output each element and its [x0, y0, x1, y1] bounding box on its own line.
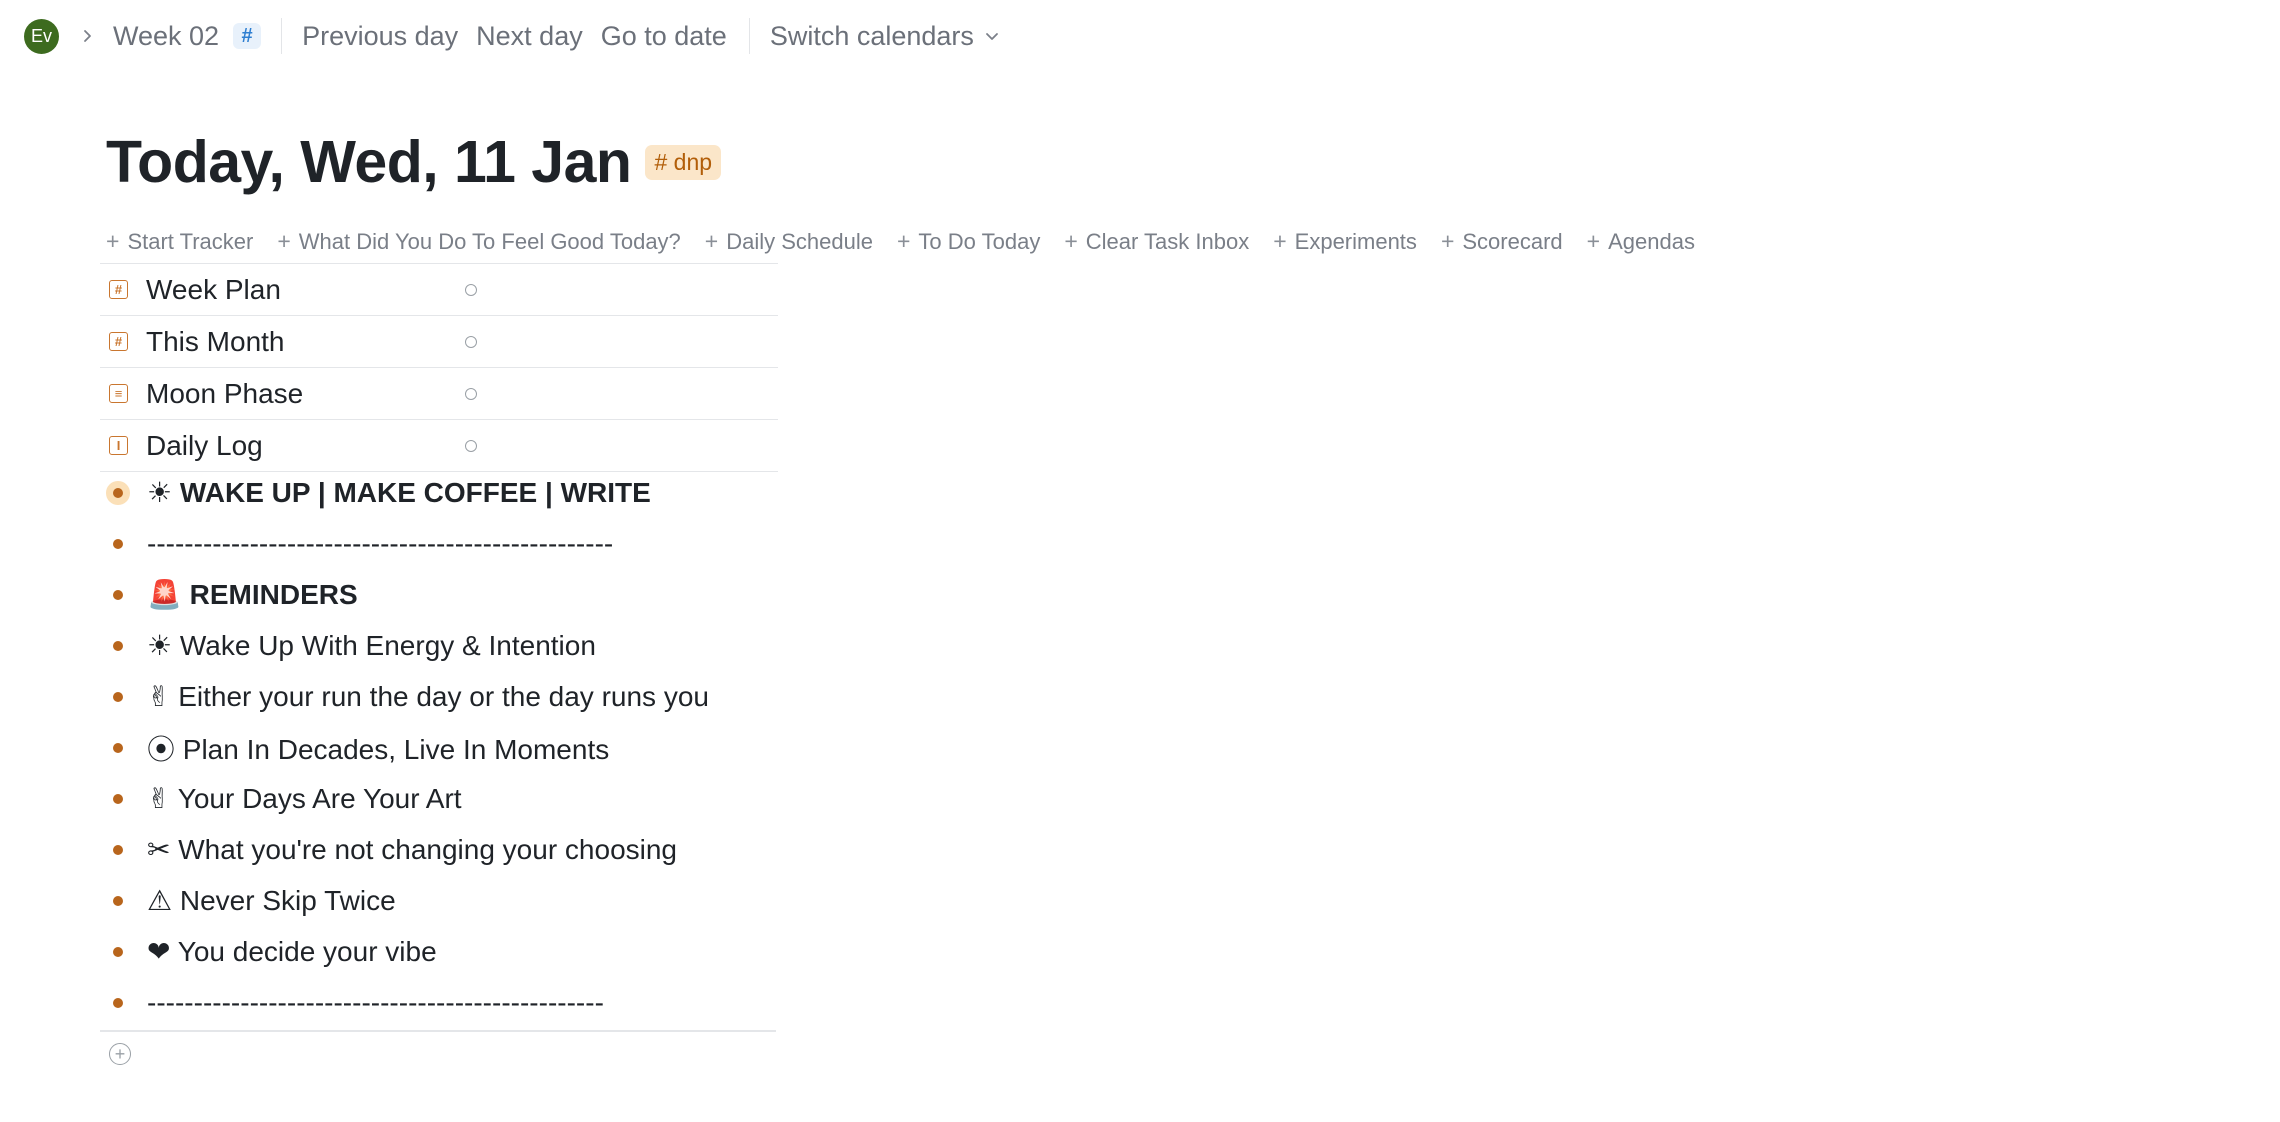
template-clear-task-inbox[interactable]: + Clear Task Inbox [1064, 228, 1249, 255]
template-label: What Did You Do To Feel Good Today? [298, 228, 681, 254]
plus-icon: + [704, 228, 719, 254]
block-text[interactable]: ⚠ Never Skip Twice [147, 884, 396, 917]
page-properties: # Week Plan # This Month ≡ Moon Phase I … [100, 263, 778, 472]
list-item[interactable]: ✌ Either your run the day or the day run… [100, 671, 780, 722]
list-item[interactable]: ☀ Wake Up With Energy & Intention [100, 620, 780, 671]
bullet-icon[interactable] [113, 844, 123, 855]
text-icon: I [109, 436, 128, 455]
list-item[interactable]: ☀ WAKE UP | MAKE COFFEE | WRITE [100, 467, 780, 518]
plus-icon: + [106, 228, 120, 254]
block-text[interactable]: ☀ Wake Up With Energy & Intention [147, 629, 596, 662]
empty-value-icon[interactable] [465, 335, 477, 348]
bullet-icon[interactable] [113, 742, 123, 753]
bullet-icon[interactable] [113, 487, 123, 498]
property-moon-phase[interactable]: ≡ Moon Phase [100, 367, 778, 419]
go-to-date-button[interactable]: Go to date [601, 21, 727, 52]
template-agendas[interactable]: + Agendas [1587, 228, 1695, 255]
bullet-icon[interactable] [113, 997, 123, 1008]
template-label: Start Tracker [127, 228, 254, 254]
block-text[interactable]: ✂ What you're not changing your choosing [147, 833, 677, 866]
empty-value-icon[interactable] [465, 387, 477, 400]
top-bar: Ev Week 02 # Previous day Next day Go to… [0, 0, 2280, 72]
toolbar-divider [281, 18, 283, 54]
plus-icon: + [1440, 228, 1455, 254]
template-buttons: + Start Tracker + What Did You Do To Feel … [106, 228, 1719, 255]
page-title[interactable]: Today, Wed, 11 Jan [106, 128, 632, 196]
breadcrumb-week[interactable]: Week 02 [113, 21, 219, 52]
list-item[interactable]: ✌ Your Days Are Your Art [100, 773, 780, 824]
property-week-plan[interactable]: # Week Plan [100, 263, 778, 315]
property-label: Week Plan [146, 273, 281, 305]
template-label: To Do Today [918, 228, 1041, 254]
previous-day-button[interactable]: Previous day [302, 21, 458, 52]
template-label: Daily Schedule [726, 228, 873, 254]
empty-value-icon[interactable] [465, 283, 477, 296]
block-text[interactable]: ----------------------------------------… [147, 987, 604, 1019]
block-text[interactable]: ❤ You decide your vibe [147, 935, 437, 968]
template-daily-schedule[interactable]: + Daily Schedule [705, 228, 873, 255]
chevron-down-icon [984, 28, 1000, 44]
plus-icon: + [896, 228, 911, 254]
hash-tag-icon[interactable]: # [233, 23, 262, 49]
bullet-icon[interactable] [113, 538, 123, 549]
chevron-right-icon [81, 29, 95, 43]
template-label: Scorecard [1462, 228, 1563, 254]
block-list: ☀ WAKE UP | MAKE COFFEE | WRITE --------… [100, 467, 780, 1028]
next-day-button[interactable]: Next day [476, 21, 583, 52]
switch-calendars-label: Switch calendars [769, 20, 974, 51]
switch-calendars-button[interactable]: Switch calendars [770, 21, 1000, 52]
bullet-icon[interactable] [113, 589, 123, 600]
user-avatar[interactable]: Ev [24, 18, 59, 54]
property-label: Daily Log [146, 429, 263, 461]
template-start-tracker[interactable]: + Start Tracker [106, 228, 253, 255]
property-label: This Month [146, 325, 285, 357]
template-experiments[interactable]: + Experiments [1273, 228, 1417, 255]
block-text[interactable]: ✌ Your Days Are Your Art [147, 782, 462, 815]
add-block-icon[interactable]: + [109, 1043, 131, 1065]
list-item[interactable]: ❤ You decide your vibe [100, 926, 780, 977]
block-text[interactable]: ✌ Either your run the day or the day run… [147, 680, 709, 713]
template-label: Experiments [1294, 228, 1417, 254]
block-text[interactable]: ⦿ Plan In Decades, Live In Moments [147, 728, 609, 768]
empty-value-icon[interactable] [465, 439, 477, 452]
plus-icon: + [1586, 228, 1601, 254]
list-icon: ≡ [109, 384, 128, 403]
hash-icon: # [109, 332, 128, 351]
plus-icon: + [1273, 228, 1287, 254]
block-list-divider [100, 1030, 776, 1032]
page-header: Today, Wed, 11 Jan # dnp [106, 128, 722, 196]
bullet-icon[interactable] [113, 640, 123, 651]
bullet-icon[interactable] [113, 691, 123, 702]
template-label: Agendas [1608, 228, 1695, 254]
bullet-icon[interactable] [113, 895, 123, 906]
template-to-do-today[interactable]: + To Do Today [897, 228, 1040, 255]
property-daily-log[interactable]: I Daily Log [100, 419, 778, 472]
block-text[interactable]: 🚨 REMINDERS [147, 578, 358, 611]
list-item[interactable]: ----------------------------------------… [100, 977, 780, 1028]
list-item[interactable]: ✂ What you're not changing your choosing [100, 824, 780, 875]
hash-icon: # [109, 280, 128, 299]
template-label: Clear Task Inbox [1085, 228, 1250, 254]
list-item[interactable]: ----------------------------------------… [100, 518, 780, 569]
template-scorecard[interactable]: + Scorecard [1441, 228, 1563, 255]
list-item[interactable]: ⦿ Plan In Decades, Live In Moments [100, 722, 780, 773]
property-label: Moon Phase [146, 377, 304, 409]
toolbar-divider [748, 18, 750, 54]
plus-icon: + [277, 228, 291, 254]
list-item[interactable]: ⚠ Never Skip Twice [100, 875, 780, 926]
block-text[interactable]: ----------------------------------------… [147, 528, 613, 560]
property-this-month[interactable]: # This Month [100, 315, 778, 367]
list-item[interactable]: 🚨 REMINDERS [100, 569, 780, 620]
dnp-tag[interactable]: # dnp [645, 144, 722, 180]
template-feel-good[interactable]: + What Did You Do To Feel Good Today? [277, 228, 680, 255]
bullet-icon[interactable] [113, 793, 123, 804]
block-text[interactable]: ☀ WAKE UP | MAKE COFFEE | WRITE [147, 476, 651, 509]
bullet-icon[interactable] [113, 946, 123, 957]
plus-icon: + [1064, 228, 1078, 254]
